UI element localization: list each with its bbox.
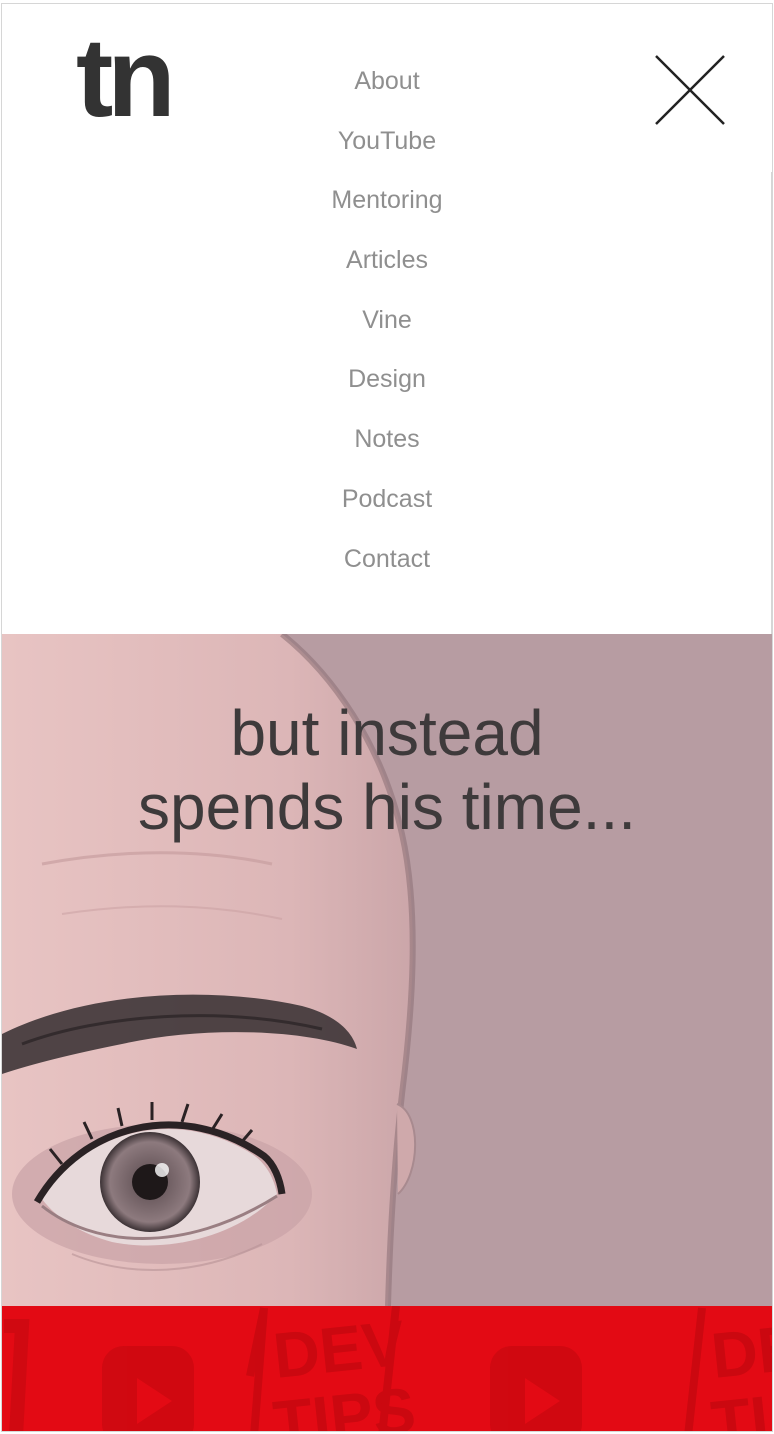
divider xyxy=(771,172,772,634)
play-button-icon xyxy=(102,1346,194,1431)
nav-item-podcast: Podcast xyxy=(2,480,772,540)
svg-text:TI: TI xyxy=(708,1382,772,1432)
page-frame: tn About YouTube Mentoring Articles Vine… xyxy=(1,3,773,1432)
devtips-banner: DEV TIPS DE TI xyxy=(2,1306,772,1432)
hero-section: but instead spends his time... xyxy=(2,634,772,1306)
nav-link-notes[interactable]: Notes xyxy=(354,425,419,453)
nav-item-contact: Contact xyxy=(2,540,772,600)
dev-tips-watermark: DEV TIPS xyxy=(246,1306,419,1431)
nav-item-mentoring: Mentoring xyxy=(2,181,772,241)
nav-item-about: About xyxy=(2,62,772,122)
hero-line-1: but instead xyxy=(230,697,544,769)
nav-item-articles: Articles xyxy=(2,241,772,301)
nav-link-articles[interactable]: Articles xyxy=(346,246,428,274)
nav-link-about[interactable]: About xyxy=(354,67,419,95)
play-button-icon xyxy=(490,1346,582,1431)
nav-link-vine[interactable]: Vine xyxy=(362,306,412,334)
nav-link-contact[interactable]: Contact xyxy=(344,545,430,573)
nav-item-youtube: YouTube xyxy=(2,122,772,182)
nav-item-notes: Notes xyxy=(2,420,772,480)
nav-link-podcast[interactable]: Podcast xyxy=(342,485,432,513)
banner-pattern: DEV TIPS DE TI xyxy=(4,1306,772,1432)
nav-item-design: Design xyxy=(2,360,772,420)
nav-link-youtube[interactable]: YouTube xyxy=(338,127,436,155)
menu-panel: tn About YouTube Mentoring Articles Vine… xyxy=(2,4,772,634)
main-nav: About YouTube Mentoring Articles Vine De… xyxy=(2,62,772,599)
nav-link-design[interactable]: Design xyxy=(348,365,426,393)
hero-line-2: spends his time... xyxy=(138,771,636,843)
hero-headline: but instead spends his time... xyxy=(2,696,772,844)
svg-text:DE: DE xyxy=(708,1311,772,1392)
nav-link-mentoring[interactable]: Mentoring xyxy=(331,186,442,214)
nav-item-vine: Vine xyxy=(2,301,772,361)
